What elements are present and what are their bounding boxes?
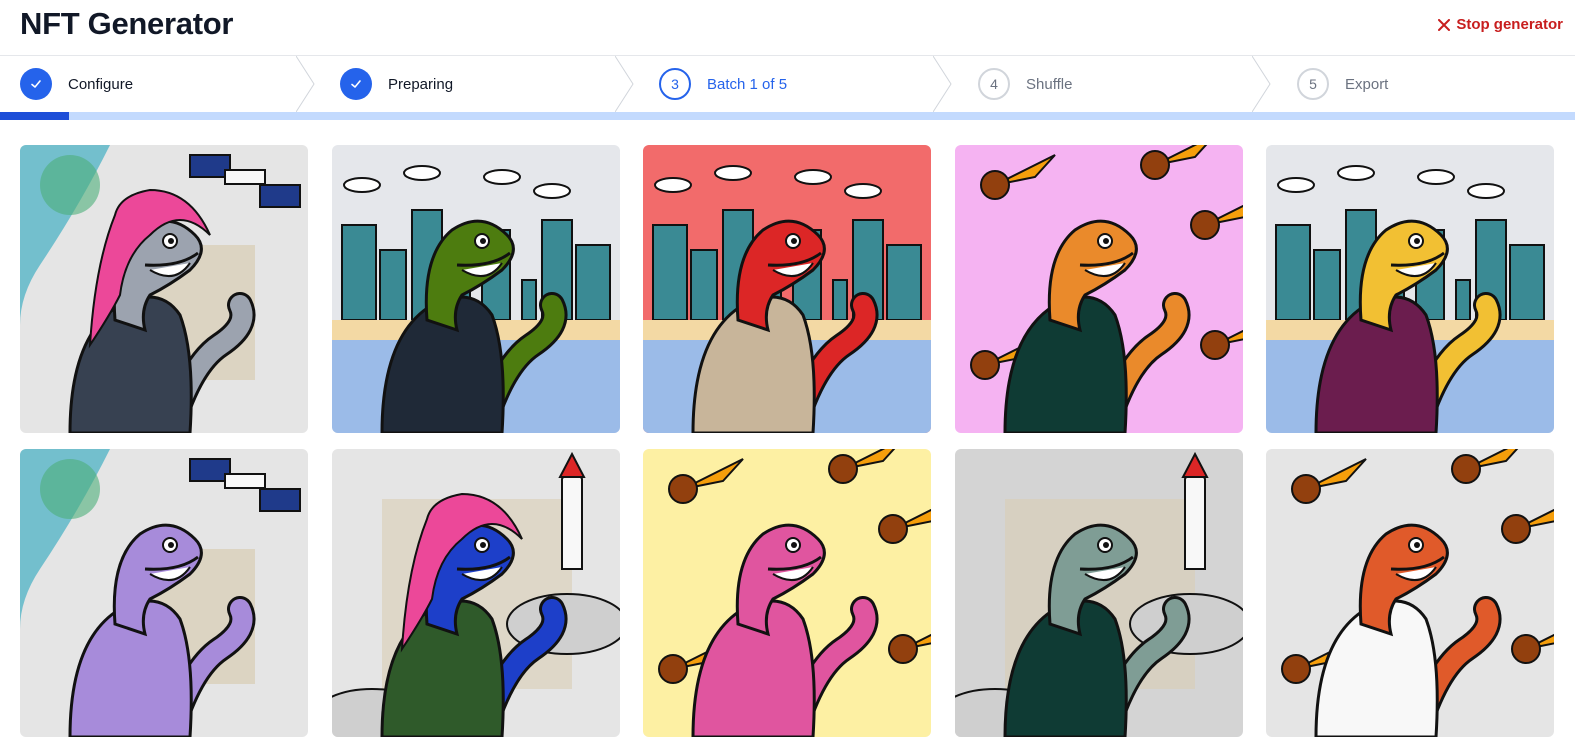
close-icon xyxy=(1438,18,1451,31)
nft-preview-tile[interactable] xyxy=(1266,449,1554,737)
nft-preview-tile[interactable] xyxy=(331,449,620,737)
nft-artwork-image xyxy=(1266,449,1554,737)
nft-preview-tile[interactable] xyxy=(331,145,620,433)
nft-artwork-image xyxy=(954,145,1243,433)
step-divider-icon xyxy=(296,56,315,112)
nft-preview-tile[interactable] xyxy=(643,145,931,433)
step-divider-icon xyxy=(615,56,634,112)
check-icon xyxy=(20,68,52,100)
page-title: NFT Generator xyxy=(20,6,234,41)
nft-preview-tile[interactable] xyxy=(954,145,1243,433)
nft-artwork-image xyxy=(643,145,931,433)
nft-preview-tile[interactable] xyxy=(20,449,308,737)
batch-progress-bar xyxy=(0,112,1575,120)
nft-artwork-image xyxy=(331,449,620,737)
step-configure[interactable]: Configure xyxy=(20,56,133,112)
step-label: Configure xyxy=(68,75,134,93)
step-divider-icon xyxy=(1252,56,1271,112)
step-label: Shuffle xyxy=(1026,75,1073,93)
step-label: Preparing xyxy=(388,75,454,93)
step-number: 3 xyxy=(659,68,691,100)
step-number: 5 xyxy=(1297,68,1329,100)
nft-artwork-image xyxy=(1266,145,1554,433)
step-batch[interactable]: 3 Batch 1 of 5 xyxy=(659,56,787,112)
step-shuffle[interactable]: 4 Shuffle xyxy=(978,56,1072,112)
progress-stepper: Configure Preparing 3 Batch 1 of 5 4 Shu… xyxy=(0,56,1575,112)
nft-artwork-image xyxy=(20,145,308,433)
nft-preview-tile[interactable] xyxy=(1266,145,1554,433)
step-number: 4 xyxy=(978,68,1010,100)
step-label: Export xyxy=(1345,75,1389,93)
nft-artwork-image xyxy=(20,449,308,737)
step-preparing[interactable]: Preparing xyxy=(340,56,453,112)
nft-artwork-image xyxy=(954,449,1243,737)
step-divider-icon xyxy=(933,56,952,112)
nft-gallery-grid xyxy=(20,145,1560,744)
nft-preview-tile[interactable] xyxy=(643,449,931,737)
app-header: NFT Generator Stop generator xyxy=(0,0,1575,56)
step-label: Batch 1 of 5 xyxy=(707,75,788,93)
check-icon xyxy=(340,68,372,100)
nft-artwork-image xyxy=(643,449,931,737)
nft-artwork-image xyxy=(331,145,620,433)
step-export[interactable]: 5 Export xyxy=(1297,56,1388,112)
nft-preview-tile[interactable] xyxy=(20,145,308,433)
stop-generator-button[interactable]: Stop generator xyxy=(1438,16,1563,33)
stop-generator-label: Stop generator xyxy=(1456,16,1563,33)
nft-preview-tile[interactable] xyxy=(954,449,1243,737)
batch-progress-fill xyxy=(0,112,70,120)
